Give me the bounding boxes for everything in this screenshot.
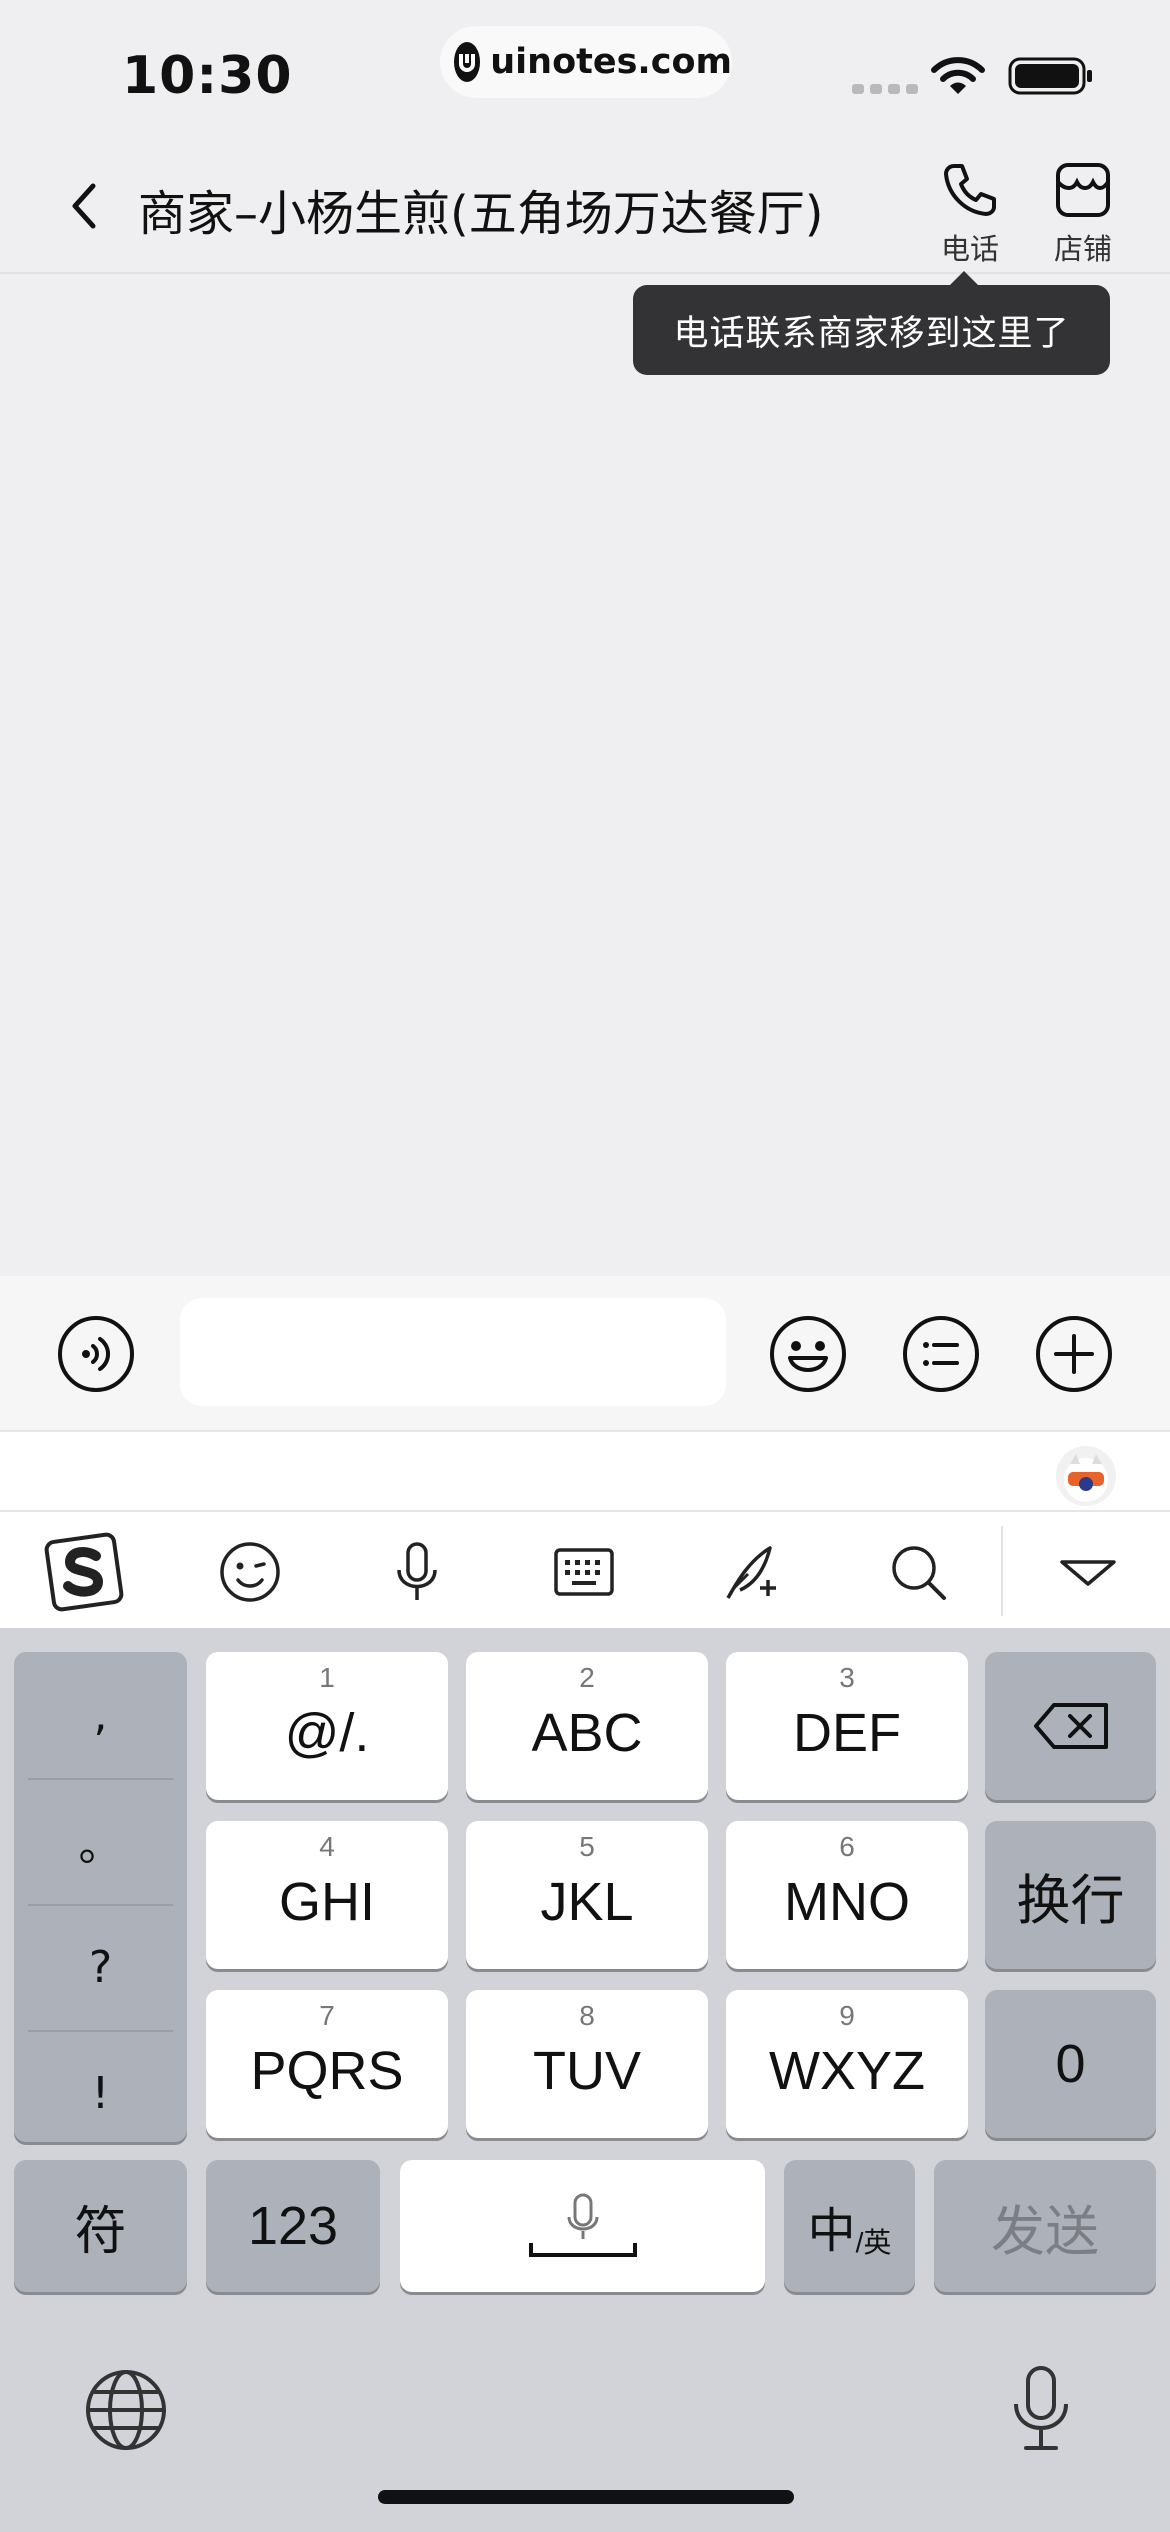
store-label: 店铺 — [1053, 232, 1112, 266]
key-5[interactable]: 5 JKL — [466, 1821, 708, 1969]
plus-circle-icon — [1036, 1316, 1112, 1392]
ime-search-button[interactable] — [876, 1530, 960, 1614]
phone-icon — [920, 158, 1020, 222]
toolbar-divider — [1001, 1526, 1003, 1616]
keyboard-icon — [554, 1548, 614, 1596]
ime-toolbar — [0, 1510, 1170, 1628]
message-input[interactable] — [180, 1298, 726, 1406]
url-text: uinotes.com — [490, 42, 732, 82]
key-number: 5 — [579, 1831, 595, 1862]
key-9[interactable]: 9 WXYZ — [726, 1990, 968, 2138]
key-4[interactable]: 4 GHI — [206, 1821, 448, 1969]
emoji-icon — [770, 1316, 846, 1392]
phone-move-tooltip: 电话联系商家移到这里了 — [633, 271, 1110, 375]
site-logo-icon — [454, 42, 481, 82]
wifi-icon — [930, 56, 986, 100]
enter-key[interactable]: 换行 — [985, 1821, 1156, 1969]
keyboard: , 。 ? ! 1 @/. 2 ABC 3 DEF 4 GHI 5 JKL 6 … — [0, 1628, 1170, 2532]
key-label: TUV — [533, 2041, 641, 2101]
space-key[interactable] — [400, 2160, 765, 2292]
home-indicator[interactable] — [378, 2490, 794, 2504]
nav-bar: 商家–小杨生煎(五角场万达餐厅) 电话 店铺 — [0, 140, 1170, 274]
ime-voice-button[interactable] — [375, 1530, 459, 1614]
key-number: 9 — [839, 2000, 855, 2031]
key-6[interactable]: 6 MNO — [726, 1821, 968, 1969]
microphone-icon — [397, 1542, 437, 1600]
key-number: 4 — [319, 1831, 335, 1862]
store-button[interactable]: 店铺 — [1033, 158, 1133, 268]
list-icon — [903, 1316, 979, 1392]
punct-key-period[interactable]: 。 — [14, 1778, 187, 1904]
quill-icon — [726, 1546, 776, 1599]
sogou-logo-icon — [44, 1532, 124, 1612]
url-pill[interactable]: uinotes.com — [440, 26, 732, 98]
message-input-bar — [0, 1276, 1170, 1430]
key-number: 7 — [319, 2000, 335, 2031]
key-number: 1 — [319, 1662, 335, 1693]
store-icon — [1033, 158, 1133, 222]
space-mic-icon — [528, 2193, 637, 2257]
triangle-down-icon — [1060, 1560, 1116, 1586]
sogou-logo-button[interactable] — [42, 1530, 126, 1614]
microphone-icon — [1014, 2366, 1068, 2450]
globe-icon — [86, 2370, 166, 2450]
key-label: ABC — [531, 1703, 643, 1763]
key-number: 2 — [579, 1662, 595, 1693]
back-button[interactable] — [56, 176, 112, 236]
key-label: @/. — [284, 1703, 370, 1763]
search-icon — [892, 1546, 946, 1600]
send-key[interactable]: 发送 — [934, 2160, 1156, 2292]
numbers-key[interactable]: 123 — [206, 2160, 380, 2292]
status-bar: 10:30 uinotes.com — [0, 0, 1170, 140]
voice-icon — [58, 1316, 134, 1392]
hide-keyboard-button[interactable] — [1046, 1530, 1130, 1614]
key-label: PQRS — [250, 2041, 404, 2101]
lang-sub-label: /英 — [855, 2227, 892, 2258]
battery-icon — [1008, 56, 1094, 100]
phone-label: 电话 — [940, 232, 999, 266]
voice-input-button[interactable] — [56, 1314, 136, 1394]
ime-handwriting-button[interactable] — [710, 1530, 794, 1614]
key-label: WXYZ — [769, 2041, 925, 2101]
emoji-button[interactable] — [768, 1314, 848, 1394]
ime-emoji-button[interactable] — [208, 1530, 292, 1614]
key-label: DEF — [793, 1703, 901, 1763]
punct-key-exclaim[interactable]: ! — [14, 2030, 187, 2156]
key-label: MNO — [784, 1872, 910, 1932]
backspace-key[interactable] — [985, 1652, 1156, 1800]
punct-key-question[interactable]: ? — [14, 1904, 187, 2030]
wink-icon — [220, 1542, 280, 1602]
phone-button[interactable]: 电话 — [920, 158, 1020, 268]
key-label: GHI — [278, 1872, 375, 1932]
key-number: 3 — [839, 1662, 855, 1693]
key-2[interactable]: 2 ABC — [466, 1652, 708, 1800]
ime-candidate-strip — [0, 1430, 1170, 1510]
chat-title: 商家–小杨生煎(五角场万达餐厅) — [138, 186, 824, 242]
dictation-button[interactable] — [1006, 2364, 1076, 2454]
ime-mascot-icon[interactable] — [1056, 1446, 1116, 1506]
quick-reply-button[interactable] — [901, 1314, 981, 1394]
ime-keyboard-button[interactable] — [542, 1530, 626, 1614]
symbols-key[interactable]: 符 — [14, 2160, 187, 2292]
key-3[interactable]: 3 DEF — [726, 1652, 968, 1800]
signal-icon — [852, 84, 918, 94]
punct-key-comma[interactable]: , — [14, 1652, 187, 1778]
key-1[interactable]: 1 @/. — [206, 1652, 448, 1800]
key-number: 8 — [579, 2000, 595, 2031]
zero-key[interactable]: 0 — [985, 1990, 1156, 2138]
key-label: JKL — [540, 1872, 634, 1932]
chevron-left-icon — [72, 183, 96, 229]
key-number: 6 — [839, 1831, 855, 1862]
language-switch-key[interactable]: 中/英 — [784, 2160, 915, 2292]
globe-button[interactable] — [84, 2368, 168, 2452]
status-time: 10:30 — [122, 46, 293, 106]
lang-main-label: 中 — [807, 2205, 856, 2258]
more-button[interactable] — [1034, 1314, 1114, 1394]
backspace-icon — [1033, 1703, 1108, 1749]
key-7[interactable]: 7 PQRS — [206, 1990, 448, 2138]
punctuation-column[interactable]: , 。 ? ! — [14, 1652, 187, 2142]
key-8[interactable]: 8 TUV — [466, 1990, 708, 2138]
